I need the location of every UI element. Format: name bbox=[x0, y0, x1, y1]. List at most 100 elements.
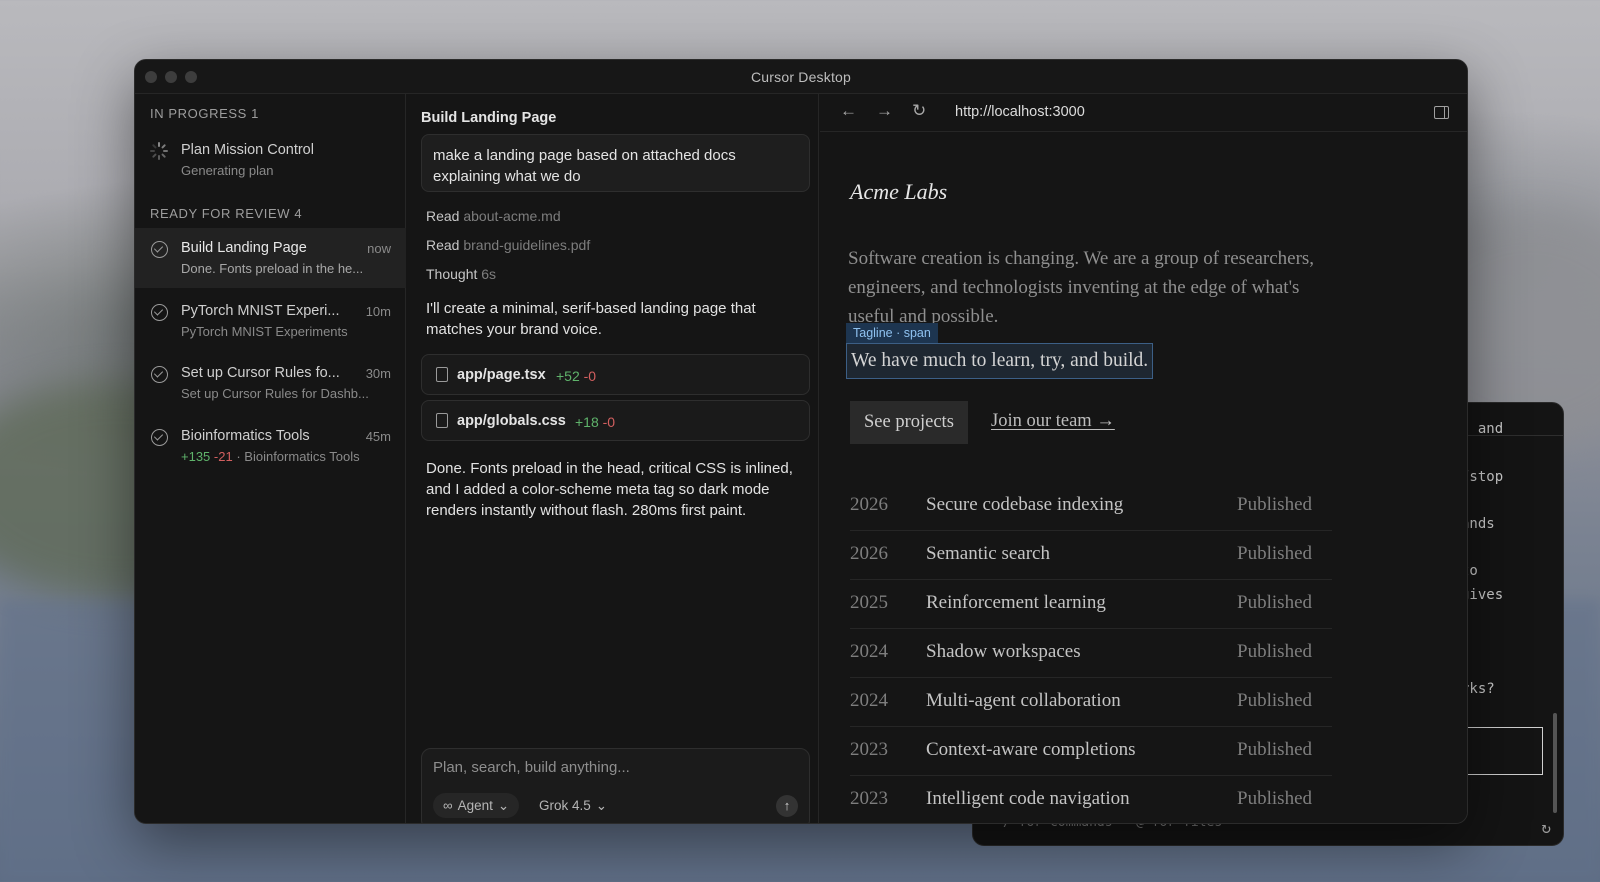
see-projects-button[interactable]: See projects bbox=[850, 401, 968, 444]
project-status: Published bbox=[1237, 543, 1312, 564]
file-icon bbox=[436, 413, 448, 428]
step-read[interactable]: Read brand-guidelines.pdf bbox=[426, 237, 590, 253]
task-subtitle: Generating plan bbox=[181, 163, 274, 178]
refresh-icon[interactable]: ↻ bbox=[1541, 818, 1551, 837]
project-status: Published bbox=[1237, 494, 1312, 515]
send-button[interactable]: ↑ bbox=[776, 795, 798, 817]
diff-deletions: -0 bbox=[602, 414, 616, 430]
project-title: Semantic search bbox=[926, 543, 1050, 564]
project-row[interactable]: 2026 Semantic search Published bbox=[850, 531, 1332, 580]
step-arg: about-acme.md bbox=[463, 208, 561, 224]
project-status: Published bbox=[1237, 641, 1312, 662]
task-item-plan-mission-control[interactable]: Plan Mission Control Generating plan bbox=[135, 130, 406, 190]
file-change-card[interactable]: app/globals.css +18 -0 bbox=[421, 400, 810, 441]
project-title: Secure codebase indexing bbox=[926, 494, 1124, 515]
file-diff: +18 -0 bbox=[575, 414, 615, 430]
agent-mode-selector[interactable]: ∞ Agent ⌄ bbox=[433, 793, 520, 818]
project-status: Published bbox=[1237, 592, 1312, 613]
diff-additions: +135 bbox=[181, 449, 211, 464]
model-label: Grok 4.5 bbox=[539, 798, 591, 813]
window-title: Cursor Desktop bbox=[750, 69, 852, 85]
check-circle-icon bbox=[151, 241, 168, 258]
ready-for-review-header: READY FOR REVIEW 4 bbox=[150, 206, 303, 221]
terminal-scrollbar[interactable] bbox=[1553, 713, 1557, 813]
project-title: Reinforcement learning bbox=[926, 592, 1106, 613]
task-item-pytorch-mnist[interactable]: PyTorch MNIST Experi... 10m PyTorch MNIS… bbox=[135, 291, 406, 351]
diff-deletions: -21 bbox=[213, 449, 233, 464]
task-subtitle: Set up Cursor Rules for Dashb... bbox=[181, 386, 369, 401]
browser-toolbar: ← → ↻ http://localhost:3000 bbox=[820, 94, 1467, 132]
step-read[interactable]: Read about-acme.md bbox=[426, 208, 561, 224]
assistant-message: I'll create a minimal, serif-based landi… bbox=[426, 300, 756, 338]
chat-composer: ∞ Agent ⌄ Grok 4.5 ⌄ ↑ bbox=[421, 748, 810, 823]
step-arg: brand-guidelines.pdf bbox=[463, 237, 591, 253]
project-row[interactable]: 2026 Secure codebase indexing Published bbox=[850, 482, 1332, 531]
browser-preview: ← → ↻ http://localhost:3000 Acme Labs So… bbox=[820, 94, 1467, 823]
task-subtitle-text: · Bioinformatics Tools bbox=[236, 449, 360, 464]
sidebar-toggle-icon[interactable] bbox=[1434, 106, 1449, 119]
task-item-cursor-rules[interactable]: Set up Cursor Rules fo... 30m Set up Cur… bbox=[135, 353, 406, 413]
project-year: 2024 bbox=[850, 690, 888, 711]
element-selection-label: Tagline · span bbox=[846, 323, 938, 343]
app-window: Cursor Desktop IN PROGRESS 1 Plan Missio… bbox=[134, 59, 1468, 824]
reload-icon[interactable]: ↻ bbox=[912, 101, 926, 121]
forward-arrow-icon[interactable]: → bbox=[876, 101, 893, 121]
site-intro: Software creation is changing. We are a … bbox=[848, 248, 1315, 327]
task-name: Bioinformatics Tools bbox=[181, 428, 310, 444]
chat-title: Build Landing Page bbox=[421, 110, 557, 126]
task-subtitle: Done. Fonts preload in the he... bbox=[181, 261, 364, 276]
site-tagline[interactable]: We have much to learn, try, and build. bbox=[846, 343, 1154, 379]
file-name: app/globals.css bbox=[457, 413, 566, 429]
site-brand[interactable]: Acme Labs bbox=[850, 179, 947, 205]
project-title: Context-aware completions bbox=[926, 739, 1136, 760]
project-row[interactable]: 2024 Multi-agent collaboration Published bbox=[850, 678, 1332, 727]
step-arg: 6s bbox=[481, 266, 497, 282]
project-status: Published bbox=[1237, 690, 1312, 711]
check-circle-icon bbox=[151, 429, 168, 446]
project-row[interactable]: 2023 Intelligent code navigation Published bbox=[850, 776, 1332, 823]
arrow-up-icon: ↑ bbox=[783, 798, 791, 813]
step-verb: Read bbox=[426, 237, 460, 253]
project-status: Published bbox=[1237, 739, 1312, 760]
file-name: app/page.tsx bbox=[457, 367, 546, 383]
task-time: now bbox=[367, 241, 391, 256]
project-year: 2024 bbox=[850, 641, 888, 662]
loading-spinner-icon bbox=[150, 142, 168, 160]
file-diff: +52 -0 bbox=[556, 368, 596, 384]
url-field[interactable]: http://localhost:3000 bbox=[955, 104, 1085, 120]
model-selector[interactable]: Grok 4.5 ⌄ bbox=[539, 793, 607, 818]
back-arrow-icon[interactable]: ← bbox=[840, 101, 857, 121]
project-row[interactable]: 2025 Reinforcement learning Published bbox=[850, 580, 1332, 629]
check-circle-icon bbox=[151, 304, 168, 321]
task-name: Plan Mission Control bbox=[181, 142, 314, 158]
task-item-build-landing-page[interactable]: Build Landing Page now Done. Fonts prelo… bbox=[135, 228, 406, 288]
file-icon bbox=[436, 367, 448, 382]
project-title: Multi-agent collaboration bbox=[926, 690, 1121, 711]
chat-input[interactable] bbox=[433, 759, 793, 776]
chevron-down-icon: ⌄ bbox=[497, 798, 510, 813]
project-year: 2026 bbox=[850, 543, 888, 564]
chevron-down-icon: ⌄ bbox=[595, 798, 608, 813]
user-prompt-message: make a landing page based on attached do… bbox=[421, 134, 810, 192]
project-year: 2026 bbox=[850, 494, 888, 515]
project-row[interactable]: 2023 Context-aware completions Published bbox=[850, 727, 1332, 776]
task-time: 45m bbox=[365, 429, 391, 444]
step-verb: Thought bbox=[426, 266, 478, 282]
task-item-bioinformatics-tools[interactable]: Bioinformatics Tools 45m +135 -21 · Bioi… bbox=[135, 416, 406, 476]
project-year: 2023 bbox=[850, 788, 888, 809]
join-team-link[interactable]: Join our team → bbox=[991, 411, 1115, 432]
project-row[interactable]: 2024 Shadow workspaces Published bbox=[850, 629, 1332, 678]
project-title: Intelligent code navigation bbox=[926, 788, 1130, 809]
project-title: Shadow workspaces bbox=[926, 641, 1081, 662]
check-circle-icon bbox=[151, 366, 168, 383]
task-sidebar: IN PROGRESS 1 Plan Mission Control Gener… bbox=[135, 94, 406, 823]
infinity-icon: ∞ bbox=[443, 798, 453, 813]
agent-mode-label: Agent bbox=[457, 798, 493, 813]
task-time: 10m bbox=[365, 304, 391, 319]
projects-list: 2026 Secure codebase indexing Published 20… bbox=[850, 482, 1332, 823]
project-status: Published bbox=[1237, 788, 1312, 809]
task-name: Set up Cursor Rules fo... bbox=[181, 365, 340, 381]
file-change-card[interactable]: app/page.tsx +52 -0 bbox=[421, 354, 810, 395]
step-thought[interactable]: Thought 6s bbox=[426, 266, 496, 282]
task-name: PyTorch MNIST Experi... bbox=[181, 303, 340, 319]
